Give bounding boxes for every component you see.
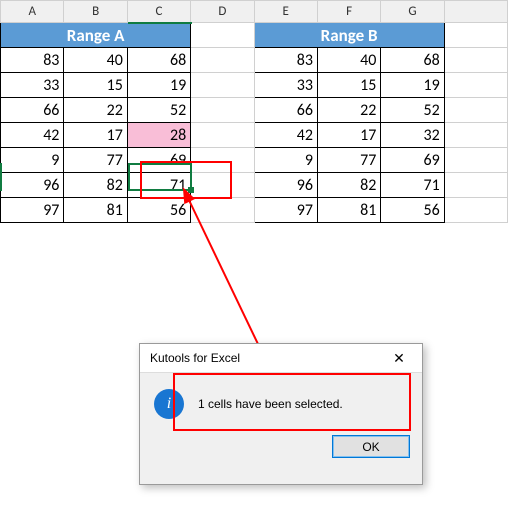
cell[interactable]: 9 (254, 148, 317, 173)
kutools-dialog: Kutools for Excel ✕ i 1 cells have been … (139, 343, 423, 485)
cell[interactable]: 33 (1, 73, 64, 98)
dialog-footer: OK (140, 435, 422, 470)
cell[interactable]: 52 (381, 98, 444, 123)
ok-button[interactable]: OK (332, 435, 410, 458)
cell[interactable] (444, 48, 507, 73)
cell[interactable]: 97 (254, 198, 317, 223)
close-icon[interactable]: ✕ (382, 347, 416, 369)
cell[interactable]: 83 (254, 48, 317, 73)
col-header[interactable]: C (127, 1, 190, 23)
cell[interactable]: 71 (127, 173, 190, 198)
cell[interactable]: 77 (64, 148, 127, 173)
selection-border (0, 163, 2, 191)
cell[interactable]: 97 (1, 198, 64, 223)
dialog-message: 1 cells have been selected. (198, 397, 343, 411)
info-icon: i (154, 389, 184, 419)
cell[interactable]: 9 (1, 148, 64, 173)
cell[interactable]: 40 (64, 48, 127, 73)
cell[interactable]: 33 (254, 73, 317, 98)
cell[interactable] (444, 123, 507, 148)
col-header[interactable]: A (1, 1, 64, 23)
cell[interactable] (191, 198, 254, 223)
cell[interactable]: 40 (317, 48, 380, 73)
cell[interactable]: 82 (64, 173, 127, 198)
cell[interactable]: 15 (64, 73, 127, 98)
cell[interactable] (191, 73, 254, 98)
col-header[interactable]: E (254, 1, 317, 23)
cell[interactable]: 82 (317, 173, 380, 198)
cell[interactable]: 52 (127, 98, 190, 123)
col-header-empty[interactable] (444, 1, 507, 23)
selection-border (128, 22, 192, 24)
spreadsheet-grid[interactable]: A B C D E F G Range A Range B 83 40 68 8… (0, 0, 508, 223)
cell[interactable]: 81 (317, 198, 380, 223)
cell[interactable]: 56 (381, 198, 444, 223)
range-b-title[interactable]: Range B (254, 23, 444, 48)
selection-border (128, 189, 192, 191)
selection-handle[interactable] (188, 187, 194, 193)
cell[interactable]: 77 (317, 148, 380, 173)
cell[interactable]: 81 (64, 198, 127, 223)
cell[interactable] (444, 148, 507, 173)
cell[interactable]: 19 (127, 73, 190, 98)
cell[interactable]: 19 (381, 73, 444, 98)
cell[interactable]: 22 (317, 98, 380, 123)
cell[interactable] (444, 198, 507, 223)
cell[interactable]: 83 (1, 48, 64, 73)
cell[interactable] (444, 73, 507, 98)
range-a-title[interactable]: Range A (1, 23, 191, 48)
cell[interactable] (444, 98, 507, 123)
cell[interactable]: 66 (1, 98, 64, 123)
cell[interactable]: 66 (254, 98, 317, 123)
cell[interactable]: 32 (381, 123, 444, 148)
cell[interactable] (191, 98, 254, 123)
cell[interactable] (444, 23, 507, 48)
col-header[interactable]: F (317, 1, 380, 23)
cell[interactable] (191, 23, 254, 48)
cell[interactable] (444, 173, 507, 198)
cell[interactable]: 71 (381, 173, 444, 198)
cell[interactable] (191, 48, 254, 73)
selection-border (128, 163, 192, 165)
cell[interactable]: 17 (64, 123, 127, 148)
cell[interactable]: 42 (1, 123, 64, 148)
cell[interactable]: 22 (64, 98, 127, 123)
cell[interactable]: 69 (381, 148, 444, 173)
cell[interactable]: 96 (1, 173, 64, 198)
dialog-titlebar[interactable]: Kutools for Excel ✕ (140, 344, 422, 373)
cell[interactable] (191, 148, 254, 173)
col-header[interactable]: G (381, 1, 444, 23)
col-header[interactable]: B (64, 1, 127, 23)
selection-border (128, 163, 130, 191)
cell[interactable]: 68 (127, 48, 190, 73)
cell[interactable]: 69 (127, 148, 190, 173)
dialog-title: Kutools for Excel (150, 351, 240, 365)
cell[interactable] (191, 173, 254, 198)
cell[interactable]: 56 (127, 198, 190, 223)
cell[interactable]: 96 (254, 173, 317, 198)
cell[interactable]: 17 (317, 123, 380, 148)
col-header[interactable]: D (191, 1, 254, 23)
cell[interactable]: 15 (317, 73, 380, 98)
cell[interactable]: 68 (381, 48, 444, 73)
cell[interactable] (191, 123, 254, 148)
highlighted-cell[interactable]: 28 (127, 123, 190, 148)
dialog-body: i 1 cells have been selected. (140, 373, 422, 435)
cell[interactable]: 42 (254, 123, 317, 148)
